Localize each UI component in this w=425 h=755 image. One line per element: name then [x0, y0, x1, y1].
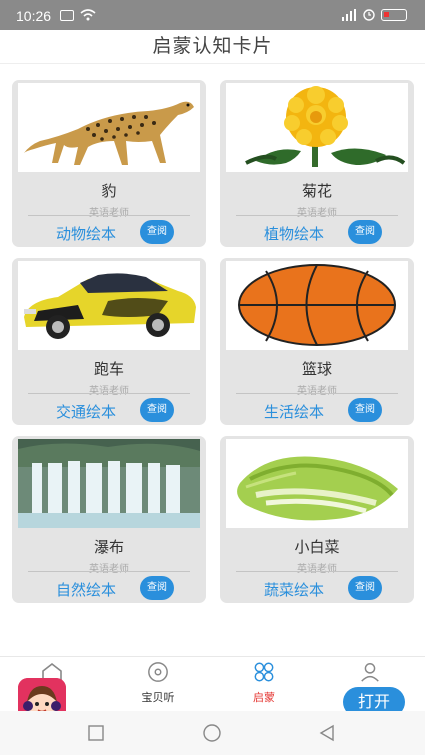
card-category[interactable]: 交通绘本: [56, 401, 116, 422]
card-teacher: 英语老师: [89, 208, 129, 219]
sports-car-image: [18, 261, 200, 350]
nav-listen-label: 宝贝听: [141, 691, 175, 704]
card-name: 豹: [101, 182, 117, 200]
card-category[interactable]: 自然绘本: [56, 579, 116, 600]
recent-apps-icon[interactable]: [88, 725, 104, 741]
status-bar: 10:26: [0, 0, 425, 30]
card-teacher: 英语老师: [89, 386, 129, 397]
wifi-icon: [80, 9, 96, 21]
back-icon[interactable]: [318, 724, 336, 742]
basketball-image: [226, 261, 408, 350]
bok-choy-image: [226, 439, 408, 528]
alarm-icon: [363, 9, 375, 21]
card-basketball[interactable]: 篮球 英语老师 生活绘本 查阅: [220, 258, 414, 425]
nav-profile[interactable]: [330, 661, 410, 689]
card-teacher: 英语老师: [297, 208, 337, 219]
system-nav-bar: [0, 711, 425, 755]
card-cheetah[interactable]: 豹 英语老师 动物绘本 查阅: [12, 80, 206, 247]
card-sports-car[interactable]: 跑车 英语老师 交通绘本 查阅: [12, 258, 206, 425]
view-button[interactable]: 查阅: [348, 220, 382, 244]
card-divider: [28, 393, 190, 394]
view-button[interactable]: 查阅: [140, 576, 174, 600]
nav-listen[interactable]: 宝贝听: [118, 661, 198, 705]
waterfall-image: [18, 439, 200, 528]
card-divider: [236, 571, 398, 572]
signal-icon: [342, 9, 356, 21]
view-button[interactable]: 查阅: [140, 220, 174, 244]
card-name: 菊花: [301, 182, 332, 200]
card-category[interactable]: 动物绘本: [56, 223, 116, 244]
title-bar: 启蒙认知卡片: [0, 30, 425, 64]
card-category[interactable]: 植物绘本: [264, 223, 324, 244]
card-teacher: 英语老师: [297, 564, 337, 575]
page-title: 启蒙认知卡片: [152, 35, 273, 57]
card-category[interactable]: 生活绘本: [264, 401, 324, 422]
status-time: 10:26: [16, 8, 52, 24]
nav-enlighten[interactable]: 启蒙: [224, 661, 304, 705]
card-divider: [236, 393, 398, 394]
card-bok-choy[interactable]: 小白菜 英语老师 蔬菜绘本 查阅: [220, 436, 414, 603]
flower-icon: [254, 662, 274, 682]
card-name: 跑车: [93, 360, 124, 378]
card-teacher: 英语老师: [297, 386, 337, 397]
card-name: 瀑布: [93, 538, 124, 556]
card-divider: [28, 215, 190, 216]
home-circle-icon[interactable]: [202, 723, 222, 743]
card-waterfall[interactable]: 瀑布 英语老师 自然绘本 查阅: [12, 436, 206, 603]
card-name: 小白菜: [294, 538, 340, 556]
battery-icon: [381, 9, 407, 21]
chrysanthemum-image: [226, 83, 408, 172]
cheetah-image: [18, 83, 200, 172]
disc-icon: [148, 662, 168, 682]
view-button[interactable]: 查阅: [348, 398, 382, 422]
card-category[interactable]: 蔬菜绘本: [264, 579, 324, 600]
user-icon: [361, 663, 379, 682]
card-teacher: 英语老师: [89, 564, 129, 575]
card-divider: [236, 215, 398, 216]
card-name: 篮球: [301, 360, 332, 378]
nav-enlighten-label: 启蒙: [253, 691, 275, 704]
view-button[interactable]: 查阅: [348, 576, 382, 600]
card-divider: [28, 571, 190, 572]
card-chrysanthemum[interactable]: 菊花 英语老师 植物绘本 查阅: [220, 80, 414, 247]
notification-icon: [60, 9, 74, 21]
view-button[interactable]: 查阅: [140, 398, 174, 422]
